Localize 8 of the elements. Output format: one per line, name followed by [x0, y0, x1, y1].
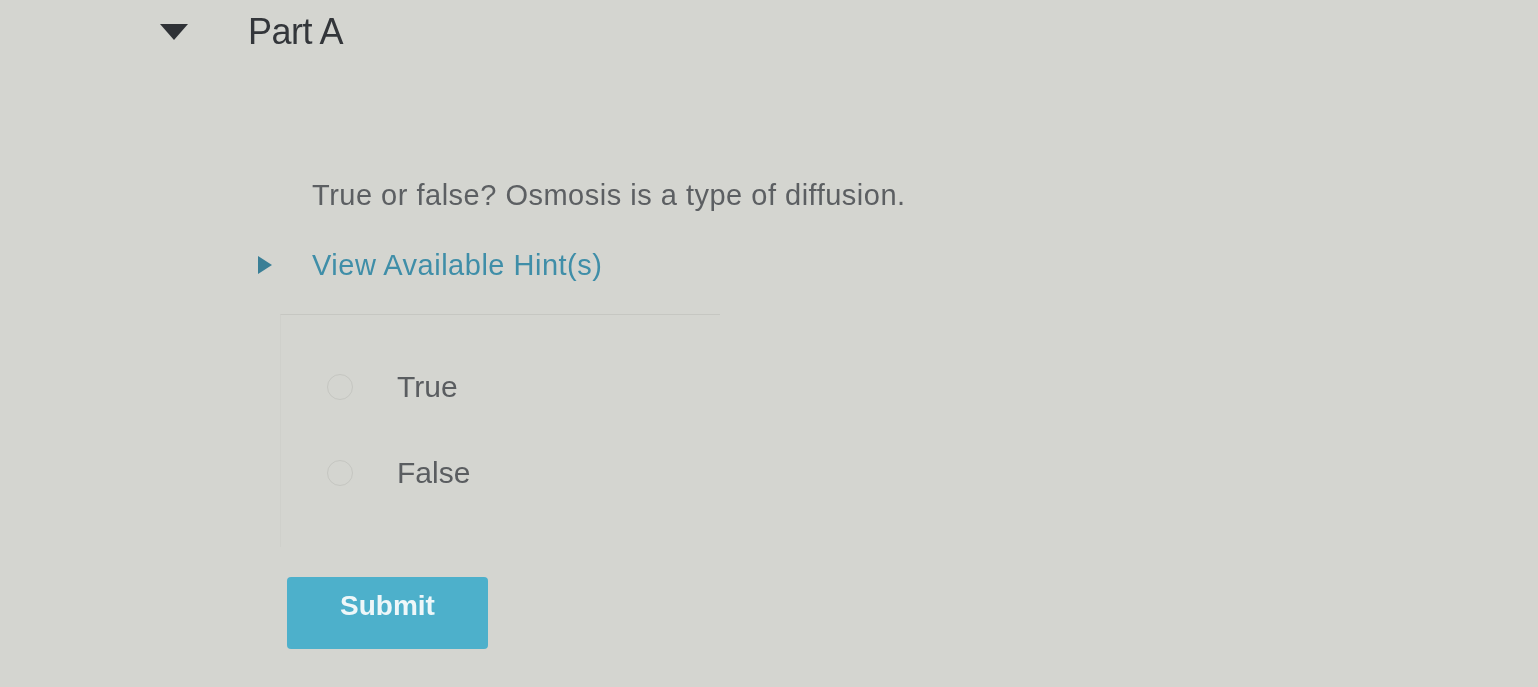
option-label: False	[397, 455, 471, 491]
submit-button[interactable]: Submit	[287, 577, 488, 649]
part-title[interactable]: Part A	[248, 11, 344, 53]
question-text: True or false? Osmosis is a type of diffusion.	[312, 178, 906, 212]
caret-down-icon[interactable]	[160, 24, 188, 40]
caret-right-icon[interactable]	[258, 256, 272, 274]
view-hints-link[interactable]: View Available Hint(s)	[312, 248, 603, 282]
option-label: True	[397, 369, 458, 405]
